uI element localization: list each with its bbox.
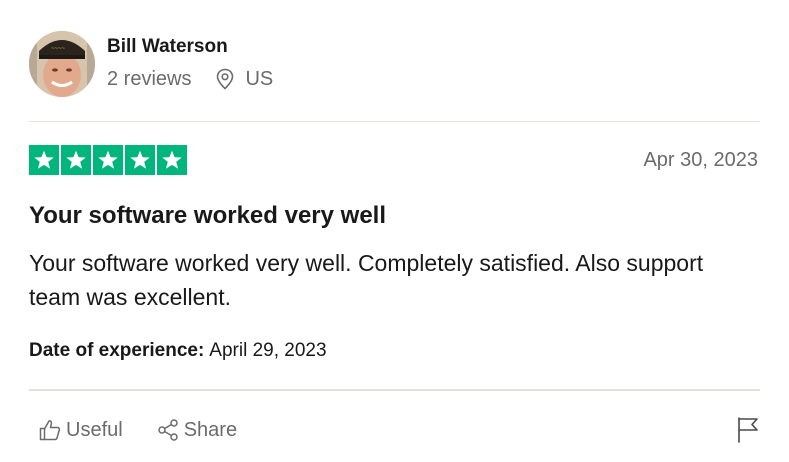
review-card: ~~~~ Bill Waterson 2 reviews US Apr 30, … (29, 0, 760, 462)
star-icon (157, 145, 187, 175)
actions-divider (29, 389, 760, 391)
avatar[interactable]: ~~~~ (29, 31, 95, 97)
date-of-experience: Date of experience: April 29, 2023 (29, 340, 327, 362)
useful-button[interactable]: Useful (39, 418, 123, 442)
star-icon (125, 145, 155, 175)
header-divider (29, 121, 760, 122)
star-rating (29, 145, 187, 175)
reviewer-location: US (215, 68, 273, 91)
share-button[interactable]: Share (157, 418, 237, 442)
star-icon (93, 145, 123, 175)
svg-text:~~~~: ~~~~ (51, 46, 66, 52)
share-label: Share (183, 418, 238, 441)
reviewer-header: ~~~~ Bill Waterson 2 reviews US (29, 29, 760, 99)
star-icon (61, 145, 91, 175)
review-body: Your software worked very well. Complete… (29, 250, 704, 310)
review-count: 2 reviews (107, 67, 192, 90)
review-date: Apr 30, 2023 (643, 149, 758, 171)
useful-label: Useful (66, 418, 123, 441)
reviewer-name[interactable]: Bill Waterson (107, 36, 228, 58)
report-flag-button[interactable] (736, 416, 760, 444)
share-icon (157, 418, 179, 442)
location-pin-icon (215, 68, 235, 90)
experience-date: April 29, 2023 (209, 340, 327, 361)
star-icon (29, 145, 59, 175)
thumbs-up-icon (39, 418, 61, 442)
review-title: Your software worked very well (29, 202, 387, 229)
experience-label: Date of experience: (29, 340, 205, 361)
flag-icon (736, 417, 760, 448)
reviewer-meta: 2 reviews US (107, 67, 273, 91)
location-label: US (245, 67, 274, 90)
review-actions: Useful Share (39, 416, 237, 444)
